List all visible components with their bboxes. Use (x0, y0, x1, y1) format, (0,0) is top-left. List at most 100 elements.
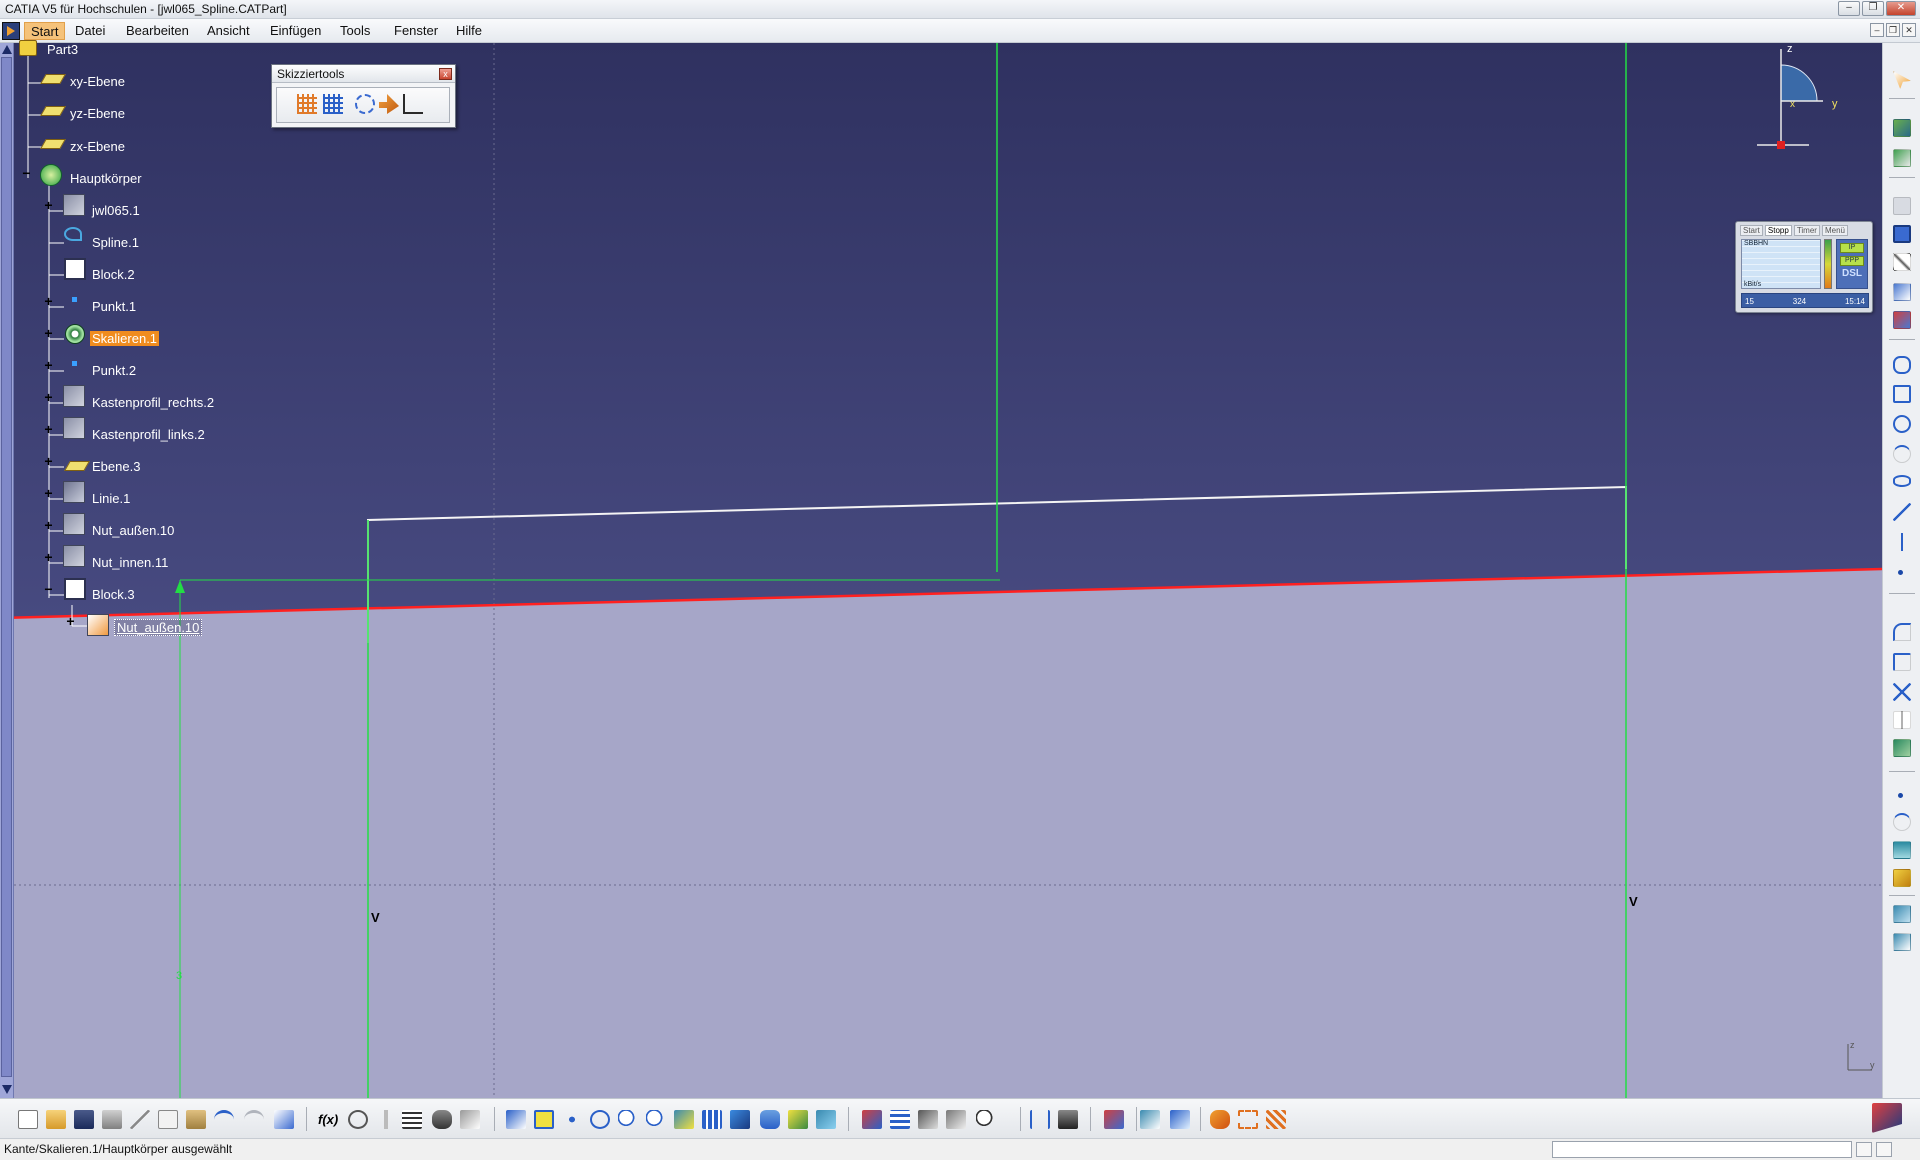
menu-fenster[interactable]: Fenster (388, 22, 444, 40)
pattern-icon[interactable] (1266, 1110, 1286, 1129)
swap-visible-icon[interactable] (816, 1110, 836, 1129)
connect-curve-icon[interactable] (1893, 813, 1911, 831)
sketch-icon[interactable] (1893, 119, 1911, 137)
tree-item-punkt-2[interactable]: Punkt.2 (92, 363, 136, 378)
feature-icon[interactable] (63, 385, 85, 407)
transform-icon[interactable] (1238, 1110, 1258, 1129)
expand-icon[interactable]: + (43, 294, 54, 308)
dsl-monitor-widget[interactable]: Start Stopp Timer Menü SBBHN kBit/s IP P… (1735, 221, 1873, 313)
tree-item-nut-innen-11[interactable]: Nut_innen.11 (92, 555, 168, 570)
catia-app-icon[interactable] (2, 22, 20, 40)
menu-tools[interactable]: Tools (334, 22, 376, 40)
mirror-icon[interactable] (1893, 711, 1911, 729)
tree-item-block-3[interactable]: Block.3 (92, 587, 135, 602)
tree-scrollbar[interactable] (0, 43, 14, 1098)
point-icon[interactable] (72, 361, 77, 366)
tree-item-xy-ebene[interactable]: xy-Ebene (70, 74, 125, 89)
line-tool-icon[interactable] (1893, 503, 1911, 521)
rotate-icon[interactable] (590, 1110, 610, 1129)
view-normal-icon[interactable] (1893, 225, 1911, 243)
minimize-button[interactable]: – (1838, 1, 1860, 16)
tree-item-spline-1[interactable]: Spline.1 (92, 235, 139, 250)
point-tool-icon[interactable] (1898, 570, 1903, 575)
lock-icon[interactable] (432, 1110, 452, 1129)
expand-icon[interactable]: + (43, 422, 54, 436)
grid-icon[interactable] (297, 94, 317, 114)
doc-close-button[interactable]: ✕ (1902, 23, 1916, 37)
menu-ansicht[interactable]: Ansicht (201, 22, 256, 40)
tree-expand-icon[interactable] (918, 1110, 938, 1129)
dsl-tab-menu[interactable]: Menü (1821, 225, 1848, 236)
zoom-out-icon[interactable] (646, 1110, 666, 1129)
construction-element-icon[interactable] (355, 94, 375, 114)
list-icon[interactable] (890, 1110, 910, 1129)
circle-icon[interactable] (1893, 415, 1911, 433)
multi-view-icon[interactable] (702, 1110, 722, 1129)
close-button[interactable]: ✕ (1886, 1, 1916, 16)
hide-show-icon[interactable] (788, 1110, 808, 1129)
save-icon[interactable] (74, 1110, 94, 1129)
update-icon[interactable] (1170, 1110, 1190, 1129)
command-input[interactable] (1552, 1141, 1852, 1158)
viewport-canvas[interactable] (0, 43, 1882, 1098)
expand-icon[interactable]: + (65, 614, 76, 628)
tree-item-punkt-1[interactable]: Punkt.1 (92, 299, 136, 314)
block-icon[interactable] (64, 578, 86, 600)
chamfer-icon[interactable] (1893, 653, 1911, 671)
scroll-thumb[interactable] (1, 57, 12, 1077)
tree-item-zx-ebene[interactable]: zx-Ebene (70, 139, 125, 154)
trim-icon[interactable] (1893, 683, 1911, 701)
tree-item-jwl065-1[interactable]: jwl065.1 (92, 203, 140, 218)
shading-icon[interactable] (760, 1110, 780, 1129)
doc-minimize-button[interactable]: – (1870, 23, 1884, 37)
dimension-value[interactable]: 3 (176, 970, 182, 982)
sketch-plane-icon[interactable] (1140, 1110, 1160, 1129)
expand-icon[interactable]: + (43, 454, 54, 468)
spline-tool-icon[interactable] (1893, 445, 1911, 463)
exit-workbench-icon[interactable] (1893, 149, 1911, 167)
apply-material-icon[interactable] (1104, 1110, 1124, 1129)
point-icon[interactable] (72, 297, 77, 302)
menu-datei[interactable]: Datei (69, 22, 111, 40)
surface-icon[interactable] (1893, 841, 1911, 859)
scale-icon[interactable] (65, 324, 85, 344)
menu-bearbeiten[interactable]: Bearbeiten (120, 22, 195, 40)
inertia-icon[interactable] (1058, 1110, 1078, 1129)
axis-tool-icon[interactable] (1893, 533, 1911, 551)
feature-icon[interactable] (63, 513, 85, 535)
copy-icon[interactable] (158, 1110, 178, 1129)
animate-icon[interactable] (1893, 311, 1911, 329)
knowledge-icon[interactable] (376, 1110, 396, 1129)
operation-icon[interactable] (1210, 1110, 1230, 1129)
analysis-icon[interactable] (460, 1110, 480, 1129)
project-3d-icon[interactable] (1893, 739, 1911, 757)
tree-item-nut-aussen-10[interactable]: Nut_außen.10 (92, 523, 174, 538)
feature-icon[interactable] (63, 417, 85, 439)
boolean-icon[interactable] (1893, 933, 1911, 951)
profile-tool-icon[interactable] (1893, 197, 1911, 215)
menu-hilfe[interactable]: Hilfe (450, 22, 488, 40)
spline-icon[interactable] (64, 227, 82, 241)
line-icon[interactable] (63, 481, 85, 503)
doc-restore-button[interactable]: ❐ (1886, 23, 1900, 37)
3d-viewport[interactable]: V V 3 z y x z y (0, 43, 1882, 1098)
expand-icon[interactable]: + (43, 518, 54, 532)
snap-to-point-icon[interactable] (323, 94, 343, 114)
paste-icon[interactable] (186, 1110, 206, 1129)
search-icon[interactable] (976, 1110, 996, 1129)
formula-icon[interactable]: f(x) (318, 1110, 338, 1129)
pan-icon[interactable] (562, 1110, 582, 1129)
axis-system-icon[interactable] (862, 1110, 882, 1129)
expand-icon[interactable]: + (43, 198, 54, 212)
open-folder-icon[interactable] (46, 1110, 66, 1129)
tree-collapse-icon[interactable] (946, 1110, 966, 1129)
block-icon[interactable] (64, 258, 86, 280)
dimensional-constraints-icon[interactable] (403, 94, 423, 114)
fly-mode-icon[interactable] (506, 1110, 526, 1129)
redo-icon[interactable] (244, 1110, 264, 1129)
tree-item-ebene-3[interactable]: Ebene.3 (92, 459, 140, 474)
point-icon-2[interactable] (1898, 793, 1903, 798)
body-gear-icon[interactable] (40, 164, 62, 186)
dsl-tab-start[interactable]: Start (1740, 225, 1763, 236)
constraint-marker-right[interactable]: V (1629, 894, 1638, 909)
